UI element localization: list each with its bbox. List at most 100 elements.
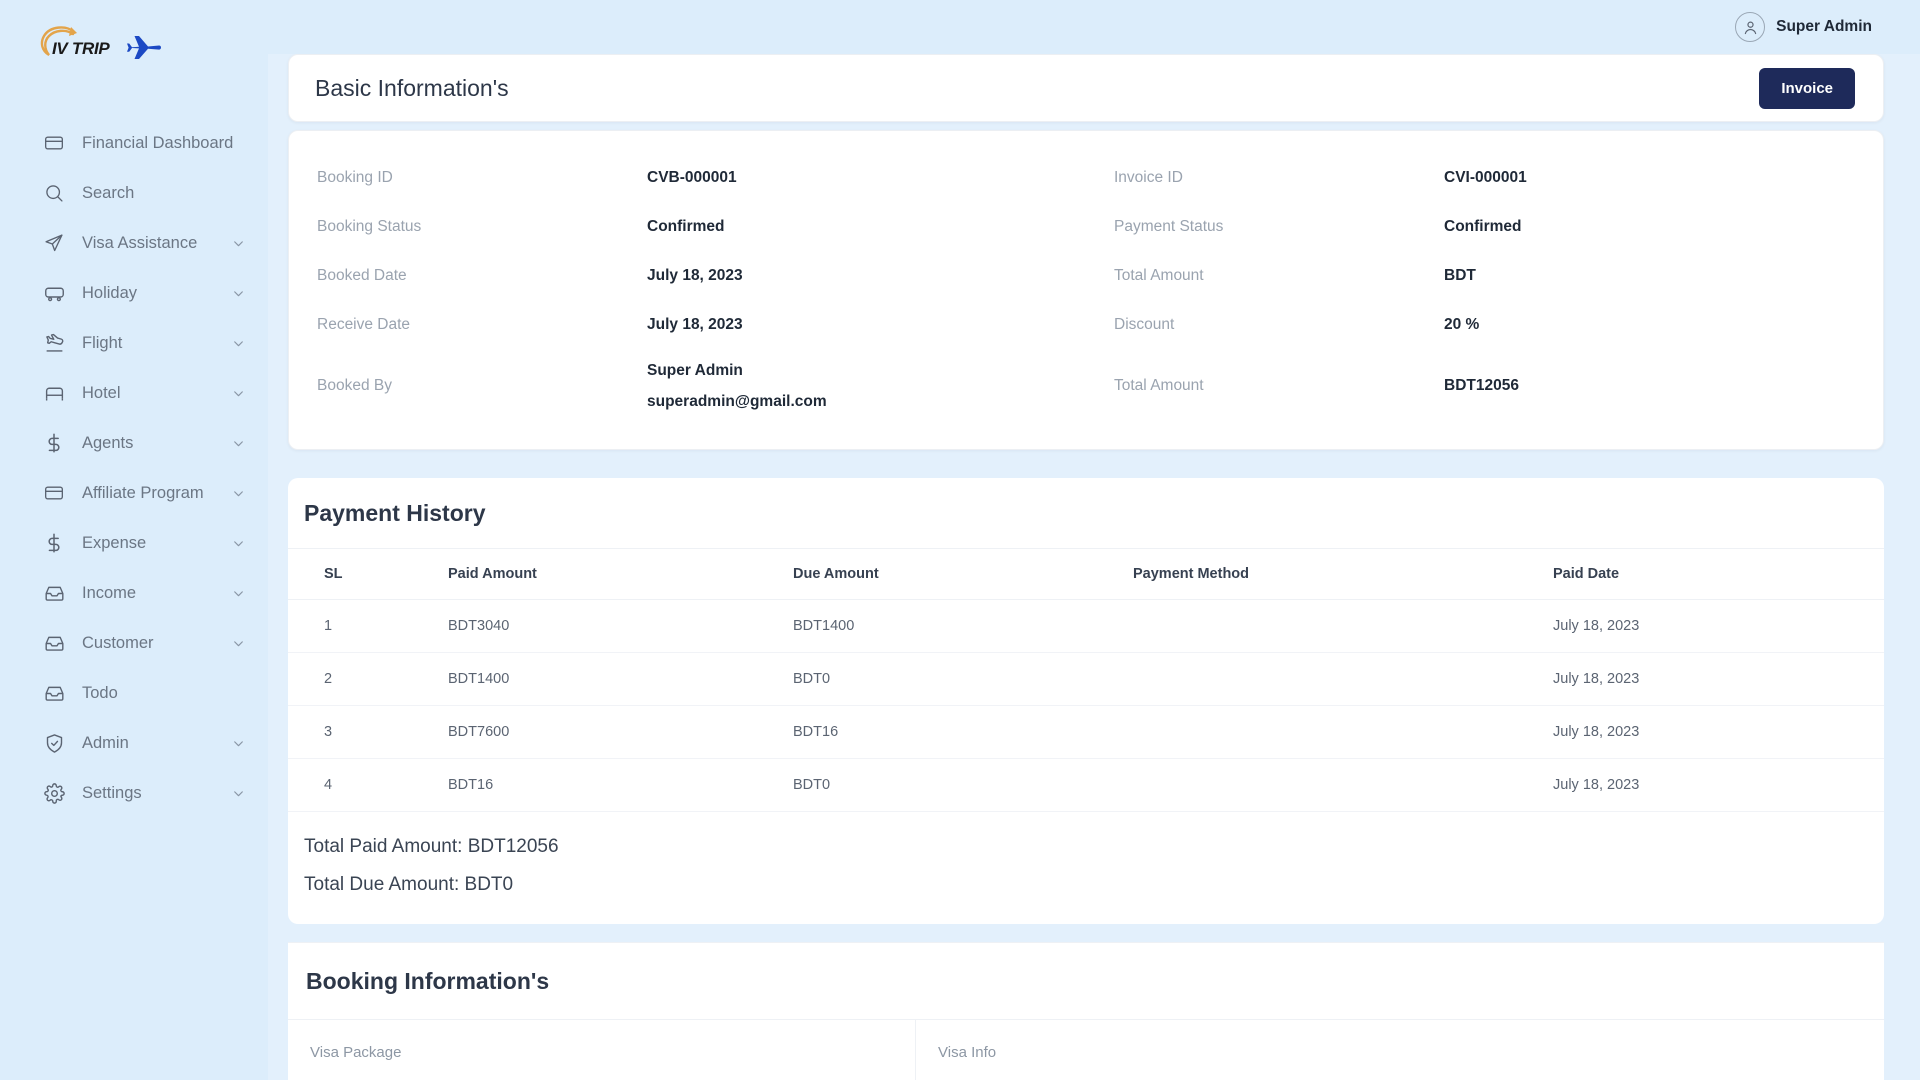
info-value: 20 % (1444, 315, 1480, 333)
inbox-icon (44, 583, 70, 604)
payment-history-section: Payment History SL Paid Amount Due Amoun… (288, 478, 1884, 924)
column-header-paid-date: Paid Date (1553, 548, 1884, 600)
info-label: Total Amount (1114, 266, 1204, 284)
chevron-down-icon (232, 787, 246, 800)
sidebar-item-flight[interactable]: Flight (0, 318, 268, 368)
sidebar-item-label: Customer (82, 633, 154, 652)
sidebar-item-admin[interactable]: Admin (0, 718, 268, 768)
main-area: Super Admin Basic Information's Invoice (268, 0, 1920, 1080)
sidebar-item-customer[interactable]: Customer (0, 618, 268, 668)
page-content: Basic Information's Invoice Booking ID C… (268, 54, 1920, 1080)
table-row: 2 BDT1400 BDT0 July 18, 2023 (288, 652, 1884, 706)
chevron-down-icon (232, 437, 246, 450)
table-header-row: SL Paid Amount Due Amount Payment Method… (288, 548, 1884, 600)
info-label: Invoice ID (1114, 168, 1183, 186)
cell-sl: 4 (288, 758, 448, 812)
sidebar-item-expense[interactable]: Expense (0, 518, 268, 568)
booked-by-email: superadmin@gmail.com (647, 392, 827, 410)
sidebar-item-visa-assistance[interactable]: Visa Assistance (0, 218, 268, 268)
credit-card-icon (44, 133, 70, 153)
booked-by-name: Super Admin (647, 361, 743, 379)
column-header-due-amount: Due Amount (793, 548, 1133, 600)
info-row: Booked By Super Admin superadmin@gmail.c… (317, 349, 1050, 423)
cell-sl: 2 (288, 652, 448, 706)
basic-information-header-card: Basic Information's Invoice (288, 54, 1884, 122)
inbox-icon (44, 683, 70, 704)
total-due-amount: Total Due Amount: BDT0 (304, 874, 514, 895)
sidebar-item-income[interactable]: Income (0, 568, 268, 618)
info-row: Booking Status Confirmed (317, 202, 1050, 251)
table-row: 3 BDT7600 BDT16 July 18, 2023 (288, 705, 1884, 759)
chevron-down-icon (232, 587, 246, 600)
sidebar-item-affiliate-program[interactable]: Affiliate Program (0, 468, 268, 518)
cell-due-amount: BDT1400 (793, 599, 1133, 653)
invoice-button[interactable]: Invoice (1759, 67, 1855, 109)
sidebar-item-financial-dashboard[interactable]: Financial Dashboard (0, 118, 268, 168)
bed-icon (44, 383, 70, 404)
booking-information-header: Booking Information's (288, 943, 1884, 1019)
brand-logo[interactable]: IV TRIP (0, 0, 268, 74)
basic-information-right-column: Invoice ID CVI-000001 Payment Status Con… (1086, 153, 1883, 423)
sidebar-item-label: Visa Assistance (82, 233, 198, 252)
info-label: Receive Date (317, 315, 411, 333)
cell-payment-method (1133, 599, 1553, 653)
paper-plane-icon (44, 233, 70, 253)
cell-due-amount: BDT0 (793, 652, 1133, 706)
dollar-icon (44, 433, 70, 453)
sidebar-item-agents[interactable]: Agents (0, 418, 268, 468)
sidebar-item-label: Hotel (82, 383, 121, 402)
info-row: Payment Status Confirmed (1114, 202, 1847, 251)
info-value: CVB-000001 (647, 168, 737, 186)
cell-sl: 1 (288, 599, 448, 653)
cell-paid-date: July 18, 2023 (1553, 758, 1884, 812)
info-label: Booked Date (317, 266, 407, 284)
booking-information-columns: Visa Package Visa Info (288, 1019, 1884, 1080)
info-value-group: Super Admin superadmin@gmail.com (647, 362, 827, 411)
info-value: July 18, 2023 (647, 315, 743, 333)
cell-paid-date: July 18, 2023 (1553, 652, 1884, 706)
gear-icon (44, 782, 70, 804)
column-header-paid-amount: Paid Amount (448, 548, 793, 600)
chevron-down-icon (232, 537, 246, 550)
sidebar-item-label: Holiday (82, 283, 138, 302)
sidebar-item-hotel[interactable]: Hotel (0, 368, 268, 418)
credit-card-icon (44, 483, 70, 503)
booking-information-title: Booking Information's (306, 967, 550, 994)
chevron-down-icon (232, 637, 246, 650)
info-label: Discount (1114, 315, 1175, 333)
sidebar-item-search[interactable]: Search (0, 168, 268, 218)
sidebar-item-label: Financial Dashboard (82, 133, 234, 152)
sidebar-item-label: Settings (82, 783, 142, 802)
info-label: Total Amount (1114, 377, 1204, 394)
chevron-down-icon (232, 337, 246, 350)
chevron-down-icon (232, 387, 246, 400)
table-row: 4 BDT16 BDT0 July 18, 2023 (288, 758, 1884, 812)
payment-history-header: Payment History (288, 478, 1884, 548)
sidebar-item-label: Affiliate Program (82, 483, 204, 502)
info-value: Confirmed (1444, 217, 1522, 235)
cell-payment-method (1133, 758, 1553, 812)
sidebar-item-label: Admin (82, 733, 129, 752)
basic-information-left-column: Booking ID CVB-000001 Booking Status Con… (289, 153, 1086, 423)
app-root: IV TRIP Financial Dashboard Search Visa … (0, 0, 1920, 1080)
total-paid-amount: Total Paid Amount: BDT12056 (304, 836, 559, 857)
visa-info-column-label: Visa Info (938, 1044, 997, 1061)
payment-history-tbody: 1 BDT3040 BDT1400 July 18, 2023 2 BDT140… (288, 599, 1884, 812)
swoosh-arrow-icon (40, 26, 84, 65)
bus-icon (44, 283, 70, 304)
info-row: Invoice ID CVI-000001 (1114, 153, 1847, 202)
cell-due-amount: BDT0 (793, 758, 1133, 812)
info-row: Booking ID CVB-000001 (317, 153, 1050, 202)
sidebar-item-holiday[interactable]: Holiday (0, 268, 268, 318)
table-row: 1 BDT3040 BDT1400 July 18, 2023 (288, 599, 1884, 653)
basic-information-grid: Booking ID CVB-000001 Booking Status Con… (289, 153, 1883, 423)
column-header-sl: SL (288, 548, 448, 600)
sidebar-item-todo[interactable]: Todo (0, 668, 268, 718)
user-menu[interactable]: Super Admin (1735, 12, 1872, 42)
booking-information-section: Booking Information's Visa Package Visa … (288, 942, 1884, 1080)
sidebar-item-settings[interactable]: Settings (0, 768, 268, 818)
column-header-payment-method: Payment Method (1133, 548, 1553, 600)
cell-sl: 3 (288, 705, 448, 759)
info-value: Confirmed (647, 217, 725, 235)
cell-paid-amount: BDT3040 (448, 599, 793, 653)
